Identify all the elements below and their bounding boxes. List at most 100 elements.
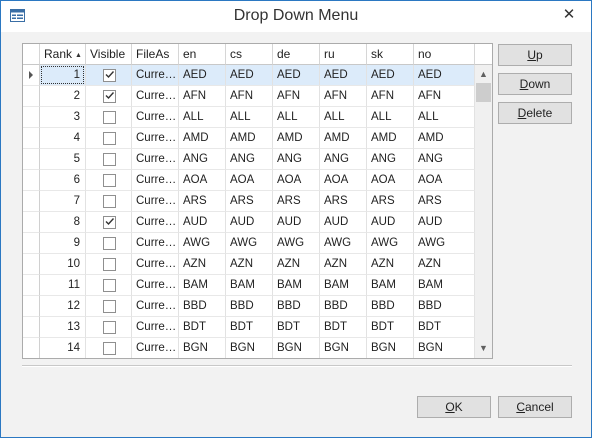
table-row[interactable]: 2 Curre… AFN AFN AFN AFN AFN AFN — [23, 86, 475, 107]
cell-rank[interactable]: 14 — [40, 338, 86, 358]
cell-en[interactable]: BBD — [179, 296, 226, 317]
cell-sk[interactable]: ALL — [367, 107, 414, 128]
cell-ru[interactable]: AUD — [320, 212, 367, 233]
visible-checkbox[interactable] — [103, 258, 116, 271]
table-row[interactable]: 3 Curre… ALL ALL ALL ALL ALL ALL — [23, 107, 475, 128]
visible-checkbox[interactable] — [103, 300, 116, 313]
cell-rank[interactable]: 13 — [40, 317, 86, 338]
cell-sk[interactable]: AMD — [367, 128, 414, 149]
cell-en[interactable]: AED — [179, 65, 226, 86]
down-button[interactable]: Down — [498, 73, 572, 95]
visible-checkbox[interactable] — [103, 237, 116, 250]
row-header[interactable] — [23, 128, 40, 149]
cell-rank[interactable]: 8 — [40, 212, 86, 233]
cell-no[interactable]: AFN — [414, 86, 475, 107]
cell-rank[interactable]: 3 — [40, 107, 86, 128]
cell-sk[interactable]: AUD — [367, 212, 414, 233]
cell-de[interactable]: ARS — [273, 191, 320, 212]
scroll-down-arrow-icon[interactable]: ▼ — [475, 341, 492, 356]
table-row[interactable]: 7 Curre… ARS ARS ARS ARS ARS ARS — [23, 191, 475, 212]
cell-visible[interactable] — [86, 212, 132, 233]
table-row[interactable]: 5 Curre… ANG ANG ANG ANG ANG ANG — [23, 149, 475, 170]
cell-ru[interactable]: AWG — [320, 233, 367, 254]
cell-fileas[interactable]: Curre… — [132, 128, 179, 149]
visible-checkbox[interactable] — [103, 132, 116, 145]
cell-visible[interactable] — [86, 128, 132, 149]
cell-rank[interactable]: 2 — [40, 86, 86, 107]
cell-fileas[interactable]: Curre… — [132, 338, 179, 358]
column-header-de[interactable]: de — [273, 44, 320, 65]
row-header[interactable] — [23, 233, 40, 254]
cell-visible[interactable] — [86, 296, 132, 317]
cell-no[interactable]: BGN — [414, 338, 475, 358]
scroll-up-arrow-icon[interactable]: ▲ — [475, 67, 492, 82]
table-row[interactable]: 13 Curre… BDT BDT BDT BDT BDT BDT — [23, 317, 475, 338]
scroll-thumb[interactable] — [476, 83, 491, 102]
row-header[interactable] — [23, 254, 40, 275]
table-row[interactable]: 4 Curre… AMD AMD AMD AMD AMD AMD — [23, 128, 475, 149]
cell-ru[interactable]: ANG — [320, 149, 367, 170]
cell-visible[interactable] — [86, 65, 132, 86]
cell-visible[interactable] — [86, 86, 132, 107]
cell-no[interactable]: AWG — [414, 233, 475, 254]
cell-en[interactable]: ARS — [179, 191, 226, 212]
cell-de[interactable]: AWG — [273, 233, 320, 254]
cell-rank[interactable]: 4 — [40, 128, 86, 149]
cell-visible[interactable] — [86, 254, 132, 275]
cell-cs[interactable]: AMD — [226, 128, 273, 149]
cell-de[interactable]: AFN — [273, 86, 320, 107]
cell-ru[interactable]: AFN — [320, 86, 367, 107]
cell-rank[interactable]: 10 — [40, 254, 86, 275]
cell-no[interactable]: ARS — [414, 191, 475, 212]
cell-de[interactable]: AUD — [273, 212, 320, 233]
cell-rank[interactable]: 12 — [40, 296, 86, 317]
cell-rank[interactable]: 11 — [40, 275, 86, 296]
cell-fileas[interactable]: Curre… — [132, 86, 179, 107]
cell-en[interactable]: AOA — [179, 170, 226, 191]
column-header-visible[interactable]: Visible — [86, 44, 132, 65]
table-row[interactable]: 8 Curre… AUD AUD AUD AUD AUD AUD — [23, 212, 475, 233]
row-header[interactable] — [23, 212, 40, 233]
cell-visible[interactable] — [86, 107, 132, 128]
visible-checkbox[interactable] — [103, 69, 116, 82]
table-row[interactable]: 11 Curre… BAM BAM BAM BAM BAM BAM — [23, 275, 475, 296]
cell-en[interactable]: AMD — [179, 128, 226, 149]
visible-checkbox[interactable] — [103, 153, 116, 166]
cell-fileas[interactable]: Curre… — [132, 233, 179, 254]
row-header[interactable] — [23, 275, 40, 296]
cell-fileas[interactable]: Curre… — [132, 65, 179, 86]
cell-fileas[interactable]: Curre… — [132, 254, 179, 275]
cell-ru[interactable]: AMD — [320, 128, 367, 149]
cell-ru[interactable]: BAM — [320, 275, 367, 296]
visible-checkbox[interactable] — [103, 90, 116, 103]
cell-no[interactable]: AMD — [414, 128, 475, 149]
row-header[interactable] — [23, 191, 40, 212]
cell-rank[interactable]: 1 — [40, 65, 86, 86]
cell-en[interactable]: AZN — [179, 254, 226, 275]
cell-ru[interactable]: AOA — [320, 170, 367, 191]
table-row[interactable]: 9 Curre… AWG AWG AWG AWG AWG AWG — [23, 233, 475, 254]
cell-sk[interactable]: BAM — [367, 275, 414, 296]
cell-de[interactable]: BGN — [273, 338, 320, 358]
cell-no[interactable]: AOA — [414, 170, 475, 191]
cell-ru[interactable]: BDT — [320, 317, 367, 338]
row-header[interactable] — [23, 170, 40, 191]
cell-ru[interactable]: AED — [320, 65, 367, 86]
cell-rank[interactable]: 5 — [40, 149, 86, 170]
cell-no[interactable]: BAM — [414, 275, 475, 296]
cell-no[interactable]: BBD — [414, 296, 475, 317]
cell-en[interactable]: AUD — [179, 212, 226, 233]
cell-sk[interactable]: ANG — [367, 149, 414, 170]
cell-sk[interactable]: BGN — [367, 338, 414, 358]
column-header-rank[interactable]: Rank ▲ — [40, 44, 86, 65]
cell-rank[interactable]: 7 — [40, 191, 86, 212]
cell-en[interactable]: BGN — [179, 338, 226, 358]
cell-en[interactable]: AFN — [179, 86, 226, 107]
cell-en[interactable]: ANG — [179, 149, 226, 170]
cell-no[interactable]: AZN — [414, 254, 475, 275]
column-header-no[interactable]: no — [414, 44, 475, 65]
cell-en[interactable]: BDT — [179, 317, 226, 338]
cell-sk[interactable]: BDT — [367, 317, 414, 338]
cell-cs[interactable]: ANG — [226, 149, 273, 170]
cell-de[interactable]: AMD — [273, 128, 320, 149]
